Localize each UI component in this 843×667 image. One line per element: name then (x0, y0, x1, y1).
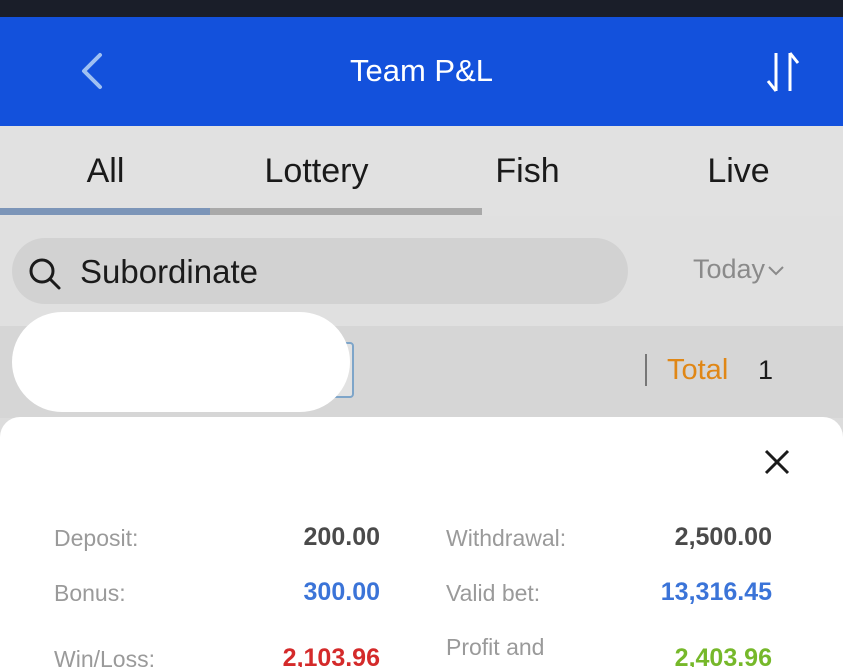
bonus-value: 300.00 (303, 578, 380, 606)
profit-value: 2,403.96 (674, 644, 772, 667)
total-count: 1 (758, 355, 774, 385)
total-label: Total (667, 354, 729, 386)
date-filter-label: Today (693, 254, 766, 284)
tab-fish[interactable]: Fish (422, 152, 633, 191)
winloss-label: Win/Loss: (54, 646, 155, 667)
tab-active-indicator (0, 208, 210, 215)
app-header: Team P&L (0, 17, 843, 126)
winloss-value: 2,103.96 (282, 644, 380, 667)
date-filter-dropdown[interactable]: Today (693, 254, 785, 285)
page-title: Team P&L (349, 53, 493, 88)
sort-arrows-icon (766, 52, 800, 92)
redaction-mark (12, 312, 350, 412)
tab-lottery[interactable]: Lottery (211, 152, 422, 191)
status-bar (0, 0, 843, 17)
deposit-value: 200.00 (303, 523, 380, 551)
withdrawal-value: 2,500.00 (674, 523, 772, 551)
search-row: Subordinate Today (0, 216, 843, 326)
withdrawal-label: Withdrawal: (446, 525, 567, 551)
tab-live[interactable]: Live (633, 152, 843, 191)
subordinate-search-input[interactable]: Subordinate (12, 238, 628, 304)
valid-bet-value: 13,316.45 (660, 578, 772, 606)
search-icon (29, 258, 61, 290)
member-filter-row: Total 1 (0, 312, 843, 418)
chevron-down-icon (768, 266, 784, 276)
tab-all[interactable]: All (0, 152, 211, 191)
close-button[interactable] (763, 448, 791, 476)
close-icon (764, 449, 790, 475)
category-tabs: All Lottery Fish Live (0, 126, 843, 216)
bonus-label: Bonus: (54, 580, 126, 606)
search-placeholder: Subordinate (80, 253, 258, 290)
valid-bet-label: Valid bet: (446, 580, 541, 606)
stats-bottom-sheet: Deposit: 200.00 Withdrawal: 2,500.00 Bon… (0, 417, 843, 667)
profit-label: Profit and (446, 634, 545, 660)
sort-button[interactable] (760, 47, 808, 97)
deposit-label: Deposit: (54, 525, 139, 551)
total-divider (645, 354, 647, 386)
